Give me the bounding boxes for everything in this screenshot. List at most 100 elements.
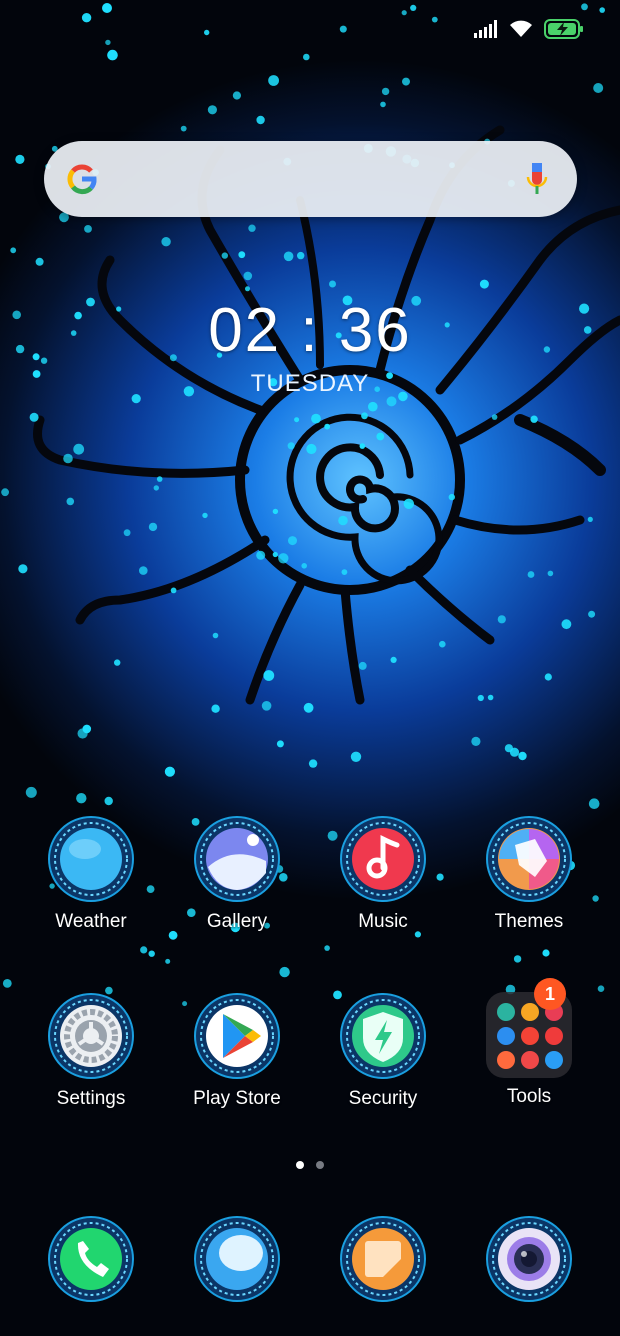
particle xyxy=(479,279,489,289)
particle xyxy=(107,49,118,61)
clock-widget[interactable]: 02 : 36 TUESDAY xyxy=(0,300,620,398)
notification-badge: 1 xyxy=(534,978,566,1010)
page-dot[interactable] xyxy=(316,1161,324,1169)
phone-icon xyxy=(48,1216,134,1302)
particle xyxy=(350,751,362,762)
microphone-icon[interactable] xyxy=(525,161,549,197)
dock-camera[interactable] xyxy=(456,1215,602,1303)
app-music[interactable]: Music xyxy=(310,815,456,933)
particle xyxy=(431,16,438,23)
themes-icon xyxy=(486,816,572,902)
app-gallery[interactable]: Gallery xyxy=(164,815,310,933)
particle xyxy=(294,417,300,423)
particle xyxy=(2,979,12,988)
particle xyxy=(471,736,481,747)
particle xyxy=(104,796,113,806)
app-label: Tools xyxy=(506,1086,552,1107)
particle xyxy=(339,25,347,33)
particle xyxy=(248,224,256,232)
particle xyxy=(10,247,17,254)
particle xyxy=(1,488,9,497)
folder-icon: 1 xyxy=(486,978,572,1078)
particle xyxy=(287,442,295,450)
particle xyxy=(491,414,498,420)
dock-notes[interactable] xyxy=(310,1215,456,1303)
app-security[interactable]: Security xyxy=(310,992,456,1110)
google-search-bar[interactable] xyxy=(44,141,577,217)
particle xyxy=(238,251,246,259)
particle xyxy=(243,271,253,281)
particle xyxy=(221,252,228,259)
particle xyxy=(306,443,317,455)
app-settings[interactable]: Settings xyxy=(18,992,164,1110)
particle xyxy=(324,423,331,430)
app-thumb xyxy=(497,1003,515,1021)
dock-messages[interactable] xyxy=(164,1215,310,1303)
particle xyxy=(368,401,378,412)
particle xyxy=(324,945,330,951)
particle xyxy=(376,432,385,441)
app-weather[interactable]: Weather xyxy=(18,815,164,933)
status-bar xyxy=(474,14,584,44)
app-thumb xyxy=(545,1027,563,1045)
particle xyxy=(256,115,265,125)
messages-icon xyxy=(194,1216,280,1302)
particle xyxy=(283,251,294,262)
particle xyxy=(123,529,131,537)
app-play-store[interactable]: Play Store xyxy=(164,992,310,1110)
particle xyxy=(63,453,73,464)
particle xyxy=(301,563,308,569)
particle xyxy=(403,498,414,509)
particle xyxy=(390,656,397,664)
particle xyxy=(518,751,527,761)
page-dot-active[interactable] xyxy=(296,1161,304,1169)
particle xyxy=(148,950,155,957)
particle xyxy=(561,619,572,630)
page-indicator[interactable] xyxy=(0,1161,620,1169)
particle xyxy=(272,508,279,515)
particle xyxy=(439,640,446,648)
particle xyxy=(105,39,111,46)
folder-tools[interactable]: 1 Tools xyxy=(456,978,602,1108)
wifi-icon xyxy=(510,20,532,37)
particle xyxy=(156,476,163,482)
play-store-icon xyxy=(194,993,280,1079)
settings-icon xyxy=(48,993,134,1079)
particle xyxy=(207,105,217,115)
app-label: Themes xyxy=(494,911,564,932)
particle xyxy=(161,237,171,247)
particle xyxy=(509,747,520,757)
particle xyxy=(66,497,75,506)
particle xyxy=(148,522,158,532)
particle xyxy=(272,551,278,558)
particle xyxy=(361,412,368,420)
particle xyxy=(513,955,522,963)
particle xyxy=(359,443,366,449)
particle xyxy=(204,29,210,36)
particle xyxy=(303,53,310,61)
particle xyxy=(73,443,85,455)
folder-grid xyxy=(497,1003,563,1069)
particle xyxy=(140,946,148,954)
particle xyxy=(202,512,208,519)
app-themes[interactable]: Themes xyxy=(456,815,602,933)
particle xyxy=(278,553,289,564)
particle xyxy=(25,786,37,798)
particle xyxy=(279,966,290,978)
app-thumb xyxy=(545,1051,563,1069)
particle xyxy=(15,154,25,164)
particle xyxy=(587,516,593,523)
particle xyxy=(102,3,112,13)
particle xyxy=(153,485,159,491)
particle xyxy=(308,759,318,768)
particle xyxy=(164,766,175,777)
particle xyxy=(542,949,550,957)
particle xyxy=(29,412,39,422)
particle xyxy=(410,4,417,11)
particle xyxy=(303,702,314,713)
particle xyxy=(268,75,279,86)
particle xyxy=(401,10,407,16)
particle xyxy=(170,587,177,594)
app-thumb xyxy=(521,1003,539,1021)
dock-phone[interactable] xyxy=(18,1215,164,1303)
